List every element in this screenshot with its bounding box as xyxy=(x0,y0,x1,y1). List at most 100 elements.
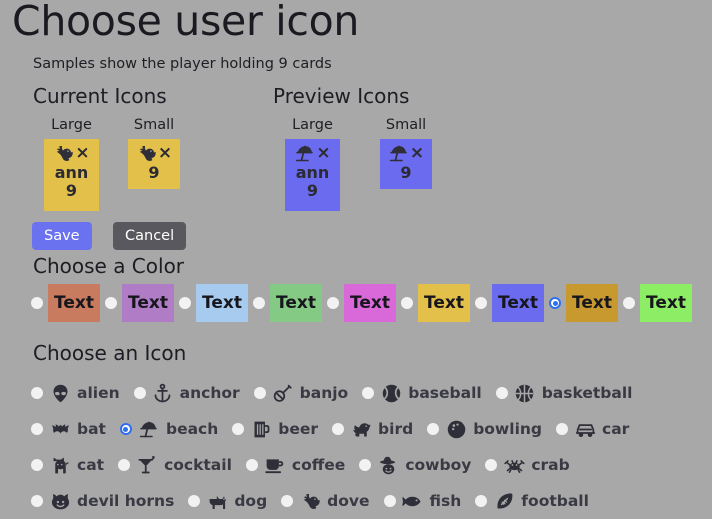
icon-radio-bowling[interactable] xyxy=(427,423,440,435)
choose-user-icon-page: Choose user icon Samples show the player… xyxy=(0,0,712,510)
crab-icon xyxy=(503,454,525,476)
color-option-orchid[interactable]: Text xyxy=(105,284,174,322)
color-swatch-orchid[interactable]: Text xyxy=(122,284,174,322)
icon-radio-coffee[interactable] xyxy=(245,459,258,471)
color-option-green[interactable]: Text xyxy=(253,284,322,322)
color-radio-light-blue[interactable] xyxy=(179,297,191,309)
preview-small-card-count: 9 xyxy=(400,163,412,182)
color-option-light-blue[interactable]: Text xyxy=(179,284,248,322)
icon-option-fish[interactable]: fish xyxy=(383,490,462,512)
color-option-terracotta[interactable]: Text xyxy=(31,284,100,322)
icon-radio-beach[interactable] xyxy=(119,423,132,435)
multiply-sign: × xyxy=(157,143,173,163)
color-option-lime[interactable]: Text xyxy=(623,284,692,322)
current-small-column: Small × 9 xyxy=(128,117,180,189)
icon-option-coffee[interactable]: coffee xyxy=(245,454,345,476)
bird-icon xyxy=(350,418,372,440)
color-radio-dark-gold[interactable] xyxy=(549,297,561,309)
icon-row: alien anchor banjo baseball basketball xyxy=(31,375,707,411)
icon-option-beer[interactable]: beer xyxy=(232,418,318,440)
color-radio-orchid[interactable] xyxy=(105,297,117,309)
icon-radio-basketball[interactable] xyxy=(495,387,508,399)
icon-option-cat[interactable]: cat xyxy=(31,454,104,476)
icon-option-cocktail[interactable]: cocktail xyxy=(118,454,232,476)
icon-radio-crab[interactable] xyxy=(485,459,498,471)
icon-radio-cat[interactable] xyxy=(31,459,43,471)
icon-option-basketball[interactable]: basketball xyxy=(495,382,632,404)
icon-option-cowboy[interactable]: cowboy xyxy=(359,454,471,476)
color-option-dark-gold[interactable]: Text xyxy=(549,284,618,322)
color-swatch-light-blue[interactable]: Text xyxy=(196,284,248,322)
color-option-blue-violet[interactable]: Text xyxy=(475,284,544,322)
cowboy-icon xyxy=(377,454,399,476)
color-radio-gold[interactable] xyxy=(401,297,413,309)
current-small-card-count: 9 xyxy=(148,163,160,182)
multiply-sign: × xyxy=(409,143,425,163)
preview-small-column: Small × 9 xyxy=(380,117,432,189)
current-large-card-count: 9 xyxy=(65,180,78,200)
icon-radio-beer[interactable] xyxy=(232,423,245,435)
icon-radio-bird[interactable] xyxy=(332,423,345,435)
icon-radio-football[interactable] xyxy=(475,495,488,507)
icon-option-crab[interactable]: crab xyxy=(485,454,570,476)
dove-icon xyxy=(299,490,321,512)
icon-option-baseball[interactable]: baseball xyxy=(362,382,482,404)
icon-option-dove[interactable]: dove xyxy=(281,490,370,512)
color-radio-lime[interactable] xyxy=(623,297,635,309)
color-radio-blue-violet[interactable] xyxy=(475,297,487,309)
icon-option-devil-horns[interactable]: devil horns xyxy=(31,490,174,512)
preview-large-tile: × ann 9 xyxy=(285,139,340,211)
color-swatch-magenta[interactable]: Text xyxy=(344,284,396,322)
icon-radio-baseball[interactable] xyxy=(362,387,375,399)
color-swatch-dark-gold[interactable]: Text xyxy=(566,284,618,322)
icon-option-alien[interactable]: alien xyxy=(31,382,120,404)
preview-small-label: Small xyxy=(385,117,427,133)
icon-label-fish: fish xyxy=(429,492,462,510)
color-radio-green[interactable] xyxy=(253,297,265,309)
save-button[interactable]: Save xyxy=(32,222,92,250)
color-radio-terracotta[interactable] xyxy=(31,297,43,309)
icon-radio-dog[interactable] xyxy=(188,495,201,507)
color-swatch-lime[interactable]: Text xyxy=(640,284,692,322)
color-swatch-gold[interactable]: Text xyxy=(418,284,470,322)
current-large-player-name: ann xyxy=(54,163,89,182)
color-option-magenta[interactable]: Text xyxy=(327,284,396,322)
preview-small-tile-top: × xyxy=(388,143,424,164)
current-large-tile: × ann 9 xyxy=(44,139,99,211)
baseball-icon xyxy=(380,382,402,404)
icon-label-dove: dove xyxy=(327,492,370,510)
color-swatch-terracotta[interactable]: Text xyxy=(48,284,100,322)
icon-radio-banjo[interactable] xyxy=(253,387,266,399)
icon-option-dog[interactable]: dog xyxy=(188,490,267,512)
icon-radio-car[interactable] xyxy=(556,423,569,435)
icon-option-beach[interactable]: beach xyxy=(119,418,218,440)
icon-option-bat[interactable]: bat xyxy=(31,418,106,440)
icon-option-banjo[interactable]: banjo xyxy=(253,382,348,404)
preview-large-player-name: ann xyxy=(295,163,330,182)
icon-option-bowling[interactable]: bowling xyxy=(427,418,542,440)
icon-radio-fish[interactable] xyxy=(383,495,396,507)
color-option-gold[interactable]: Text xyxy=(401,284,470,322)
icon-option-anchor[interactable]: anchor xyxy=(133,382,240,404)
icon-radio-anchor[interactable] xyxy=(133,387,146,399)
preview-large-label: Large xyxy=(292,117,333,133)
current-small-tile-top: × xyxy=(136,143,172,164)
icon-label-baseball: baseball xyxy=(408,384,482,402)
color-radio-magenta[interactable] xyxy=(327,297,339,309)
icon-option-football[interactable]: football xyxy=(475,490,589,512)
icon-radio-dove[interactable] xyxy=(281,495,294,507)
icon-radio-alien[interactable] xyxy=(31,387,43,399)
current-small-label: Small xyxy=(133,117,175,133)
beach-icon xyxy=(138,418,160,440)
current-icons-heading: Current Icons xyxy=(33,84,167,108)
icon-radio-cocktail[interactable] xyxy=(118,459,131,471)
icon-radio-bat[interactable] xyxy=(31,423,43,435)
color-swatch-blue-violet[interactable]: Text xyxy=(492,284,544,322)
color-swatch-green[interactable]: Text xyxy=(270,284,322,322)
cancel-button[interactable]: Cancel xyxy=(113,222,187,250)
icon-option-bird[interactable]: bird xyxy=(332,418,413,440)
icon-radio-devil-horns[interactable] xyxy=(31,495,43,507)
icon-radio-cowboy[interactable] xyxy=(359,459,372,471)
icon-label-cocktail: cocktail xyxy=(164,456,232,474)
icon-option-car[interactable]: car xyxy=(556,418,629,440)
